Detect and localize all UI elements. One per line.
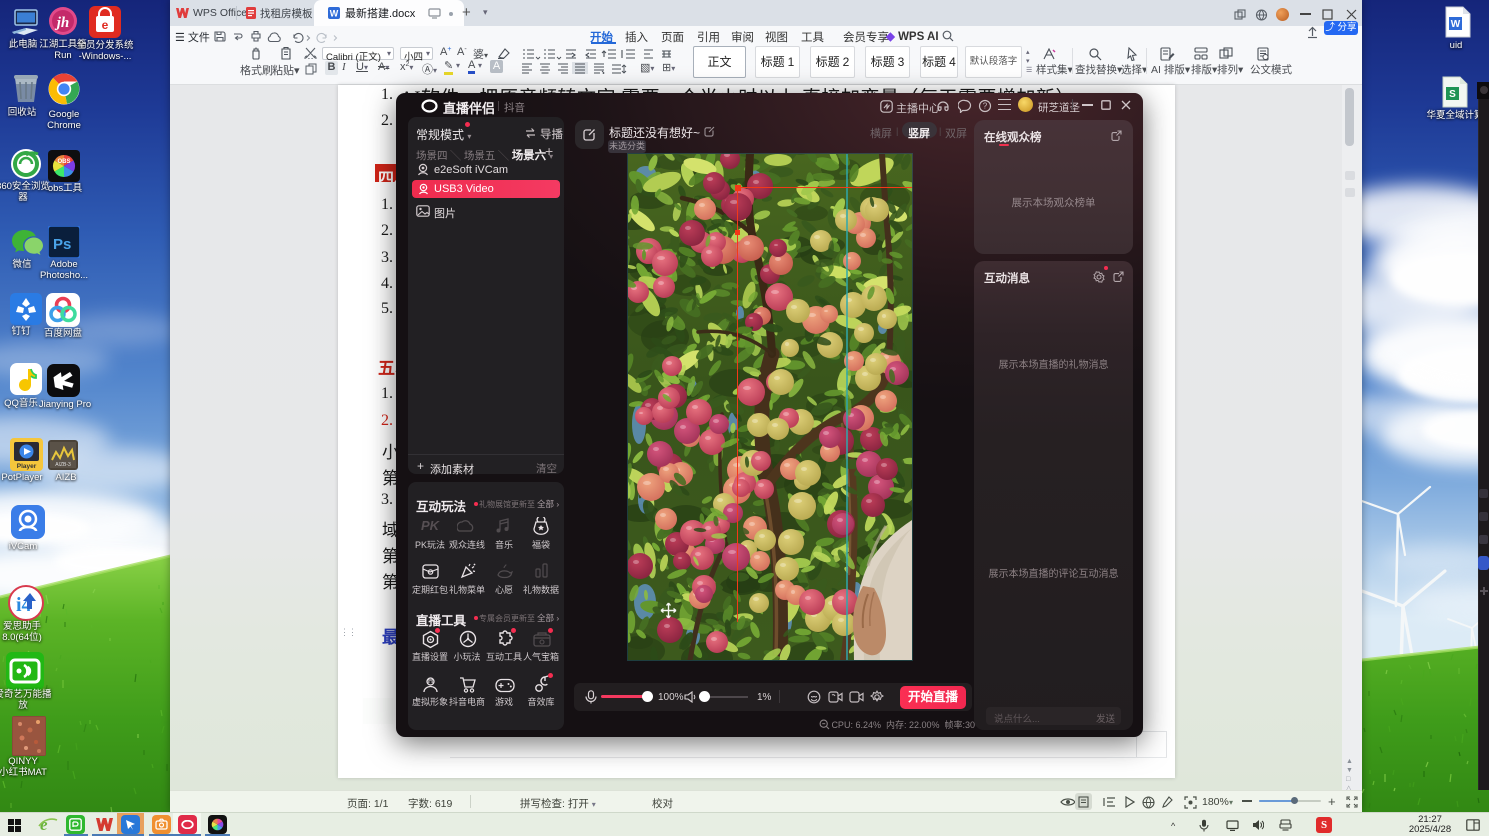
svg-text:e: e [102, 18, 109, 32]
svg-text:Ps: Ps [53, 236, 71, 253]
svg-text:W: W [1451, 19, 1461, 30]
svg-text:AIZB-3: AIZB-3 [55, 462, 71, 468]
svg-text:W: W [330, 9, 339, 19]
svg-text:OBS: OBS [57, 159, 70, 165]
svg-text:jh: jh [55, 15, 70, 31]
svg-text:Player: Player [17, 463, 37, 470]
svg-text:S: S [1449, 89, 1456, 100]
svg-text:?: ? [983, 102, 988, 111]
